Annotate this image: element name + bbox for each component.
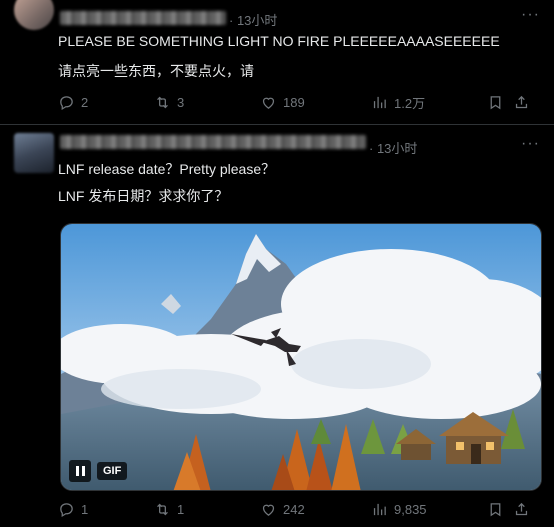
reply-icon: [60, 503, 73, 518]
retweet-icon: [157, 503, 168, 516]
tweet-time[interactable]: · 13小时: [369, 138, 417, 157]
retweet-count: 3: [177, 95, 185, 110]
retweet-button[interactable]: 1: [154, 501, 260, 518]
like-count: 189: [283, 95, 305, 110]
tweet-text: PLEASE BE SOMETHING LIGHT NO FIRE PLEEEE…: [58, 33, 500, 49]
views-button[interactable]: 1.2万: [371, 93, 487, 112]
share-icon: [515, 502, 528, 516]
bookmark-icon: [490, 503, 501, 517]
reply-button[interactable]: 1: [58, 501, 154, 518]
bookmark-button[interactable]: [487, 94, 513, 111]
like-button[interactable]: 189: [260, 94, 371, 111]
views-icon: [373, 96, 386, 109]
share-icon: [515, 95, 528, 109]
reply-icon: [60, 96, 73, 111]
mountain-dragon-gif: [61, 224, 541, 490]
like-button[interactable]: 242: [260, 501, 371, 518]
avatar[interactable]: [14, 133, 54, 173]
tweet[interactable]: · 13小时 ··· PLEASE BE SOMETHING LIGHT NO …: [0, 0, 554, 124]
share-button[interactable]: [513, 501, 533, 518]
reply-button[interactable]: 2: [58, 94, 154, 111]
views-count: 9,835: [394, 502, 427, 517]
bookmark-button[interactable]: [487, 501, 513, 518]
blurred-username[interactable]: [60, 11, 226, 25]
action-bar: 2 3 189 1.2万: [58, 93, 540, 112]
more-icon[interactable]: ···: [521, 6, 540, 24]
pause-icon[interactable]: [69, 460, 91, 482]
tweet-translation: 请点亮一些东西，不要点火，请: [58, 63, 254, 79]
tweet[interactable]: · 13小时 ··· LNF release date？Pretty pleas…: [0, 124, 554, 527]
reply-count: 1: [81, 502, 89, 517]
tweet-time[interactable]: · 13小时: [229, 10, 277, 29]
retweet-button[interactable]: 3: [154, 94, 260, 111]
gif-controls: GIF: [69, 460, 128, 482]
tweet-translation: LNF 发布日期？求求你了？: [58, 188, 229, 204]
avatar[interactable]: [14, 0, 54, 30]
reply-count: 2: [81, 95, 89, 110]
gif-badge: GIF: [97, 462, 128, 480]
views-count: 1.2万: [394, 96, 426, 111]
action-bar: 1 1 242 9,835: [58, 501, 540, 518]
tweet-text: LNF release date？Pretty please？: [58, 161, 276, 177]
like-icon: [262, 97, 275, 109]
more-icon[interactable]: ···: [521, 135, 540, 153]
like-count: 242: [283, 502, 305, 517]
retweet-count: 1: [177, 502, 185, 517]
bookmark-icon: [490, 96, 501, 110]
gif-media[interactable]: GIF: [60, 223, 542, 491]
views-icon: [373, 503, 386, 516]
blurred-username[interactable]: [60, 135, 366, 149]
share-button[interactable]: [513, 94, 533, 111]
like-icon: [262, 504, 275, 516]
retweet-icon: [157, 96, 168, 109]
views-button[interactable]: 9,835: [371, 501, 487, 518]
